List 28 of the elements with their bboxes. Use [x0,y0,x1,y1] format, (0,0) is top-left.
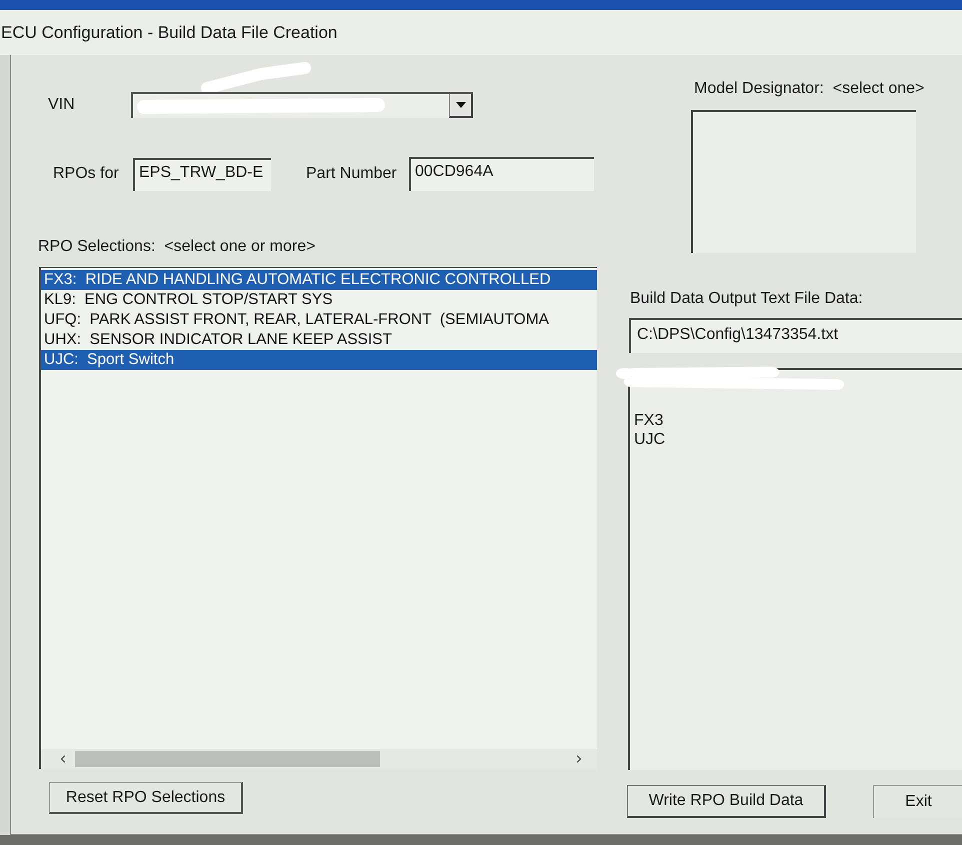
rpo-list-item[interactable]: KL9: ENG CONTROL STOP/START SYS [41,290,597,310]
model-designator-list[interactable] [691,110,916,253]
scrollbar-thumb[interactable] [75,751,380,767]
rpo-list-item[interactable]: FX3: RIDE AND HANDLING AUTOMATIC ELECTRONIC CONTROLLED [41,270,597,290]
reset-button[interactable]: Reset RPO Selections [49,782,243,814]
output-file-path-field[interactable]: C:\DPS\Config\13473354.txt [629,318,962,353]
horizontal-scrollbar[interactable] [41,749,597,769]
rpo-selections-list[interactable]: FX3: RIDE AND HANDLING AUTOMATIC ELECTRONIC CONTROLLED KL9: ENG CONTROL STOP/START SYS UFQ: PARK ASSIST FRONT, REAR, LATERAL-FRONT (SEMIAUTOMA UHX: SENSOR INDICATOR LANE KEEP ASSIST UJC: Sport Switch [39,267,597,769]
part-number-label: Part Number [306,164,398,184]
rpos-for-field[interactable]: EPS_TRW_BD-E [133,158,271,190]
rpo-list-item[interactable]: UJC: Sport Switch [41,350,597,370]
rpo-list-item[interactable]: UHX: SENSOR INDICATOR LANE KEEP ASSIST [41,330,597,350]
rpo-list-item[interactable]: UFQ: PARK ASSIST FRONT, REAR, LATERAL-FRONT (SEMIAUTOMA [41,310,597,330]
rpo-selections-label: RPO Selections: <select one or more> [38,237,316,257]
output-text-line: UJC [634,430,666,449]
output-text-line: FX3 [634,411,664,430]
model-designator-label: Model Designator: <select one> [694,80,924,98]
write-build-data-button[interactable]: Write RPO Build Data [627,785,826,818]
rpos-for-label: RPOs for [53,164,120,184]
window-title: ECU Configuration - Build Data File Creation [0,22,338,44]
part-number-field[interactable]: 00CD964A [409,157,594,191]
exit-button[interactable]: Exit [873,785,962,818]
caret-down-icon [456,102,466,108]
output-text-area[interactable]: FX3 UJC [628,368,962,770]
vin-label: VIN [48,95,76,115]
dropdown-button[interactable] [449,94,473,118]
vin-dropdown[interactable] [131,92,473,118]
output-label: Build Data Output Text File Data: [630,290,863,308]
